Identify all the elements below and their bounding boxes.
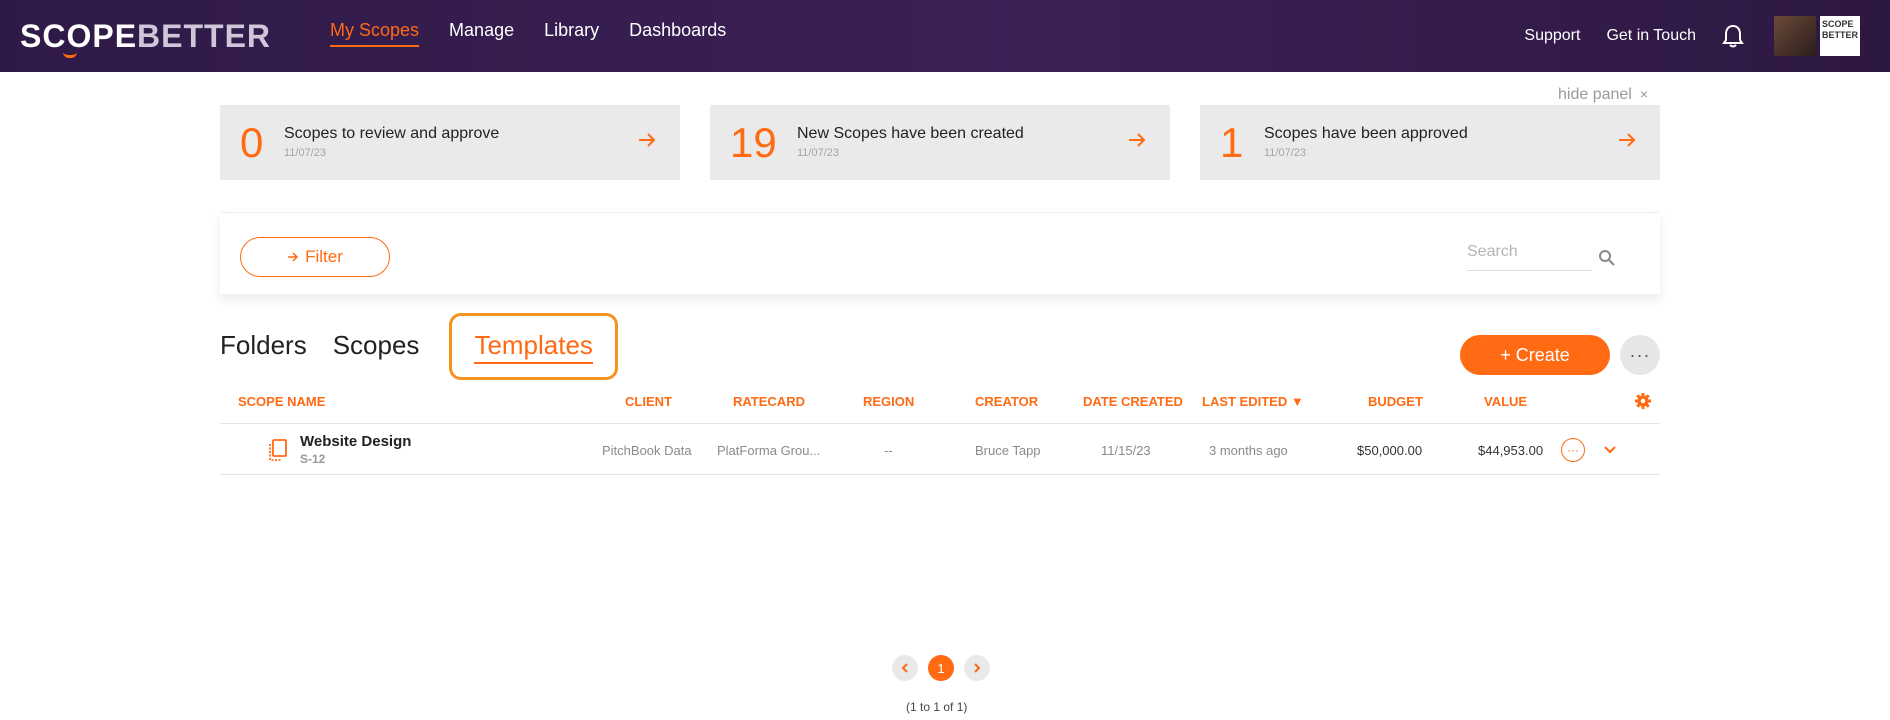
scope-name[interactable]: Website Design	[300, 433, 411, 450]
col-client[interactable]: CLIENT	[625, 394, 672, 409]
bell-icon[interactable]	[1722, 24, 1744, 48]
approved-scopes-card[interactable]: 1 Scopes have been approved 11/07/23	[1200, 105, 1660, 180]
scope-id: S-12	[300, 452, 326, 466]
nav-dashboards[interactable]: Dashboards	[629, 20, 726, 47]
card-date: 11/07/23	[1264, 147, 1307, 159]
chevron-right-icon	[974, 663, 981, 673]
hide-panel-toggle[interactable]: hide panel ×	[1558, 86, 1648, 104]
tab-folders[interactable]: Folders	[220, 330, 307, 361]
nav-manage[interactable]: Manage	[449, 20, 514, 47]
cell-date-created: 11/15/23	[1101, 443, 1151, 458]
pagination-summary: (1 to 1 of 1)	[906, 700, 968, 714]
page-1-button[interactable]: 1	[928, 655, 954, 681]
col-region[interactable]: REGION	[863, 394, 914, 409]
template-document-icon	[269, 439, 287, 461]
more-options-button[interactable]: ···	[1620, 335, 1660, 375]
col-ratecard[interactable]: RATECARD	[733, 394, 805, 409]
view-tabs: Folders Scopes Templates	[220, 313, 644, 380]
arrow-right-icon[interactable]	[636, 129, 658, 151]
search-icon[interactable]	[1598, 249, 1616, 267]
cell-creator: Bruce Tapp	[975, 443, 1041, 458]
get-in-touch-link[interactable]: Get in Touch	[1606, 27, 1696, 45]
cell-region: --	[884, 443, 893, 458]
tab-templates[interactable]: Templates	[449, 313, 618, 380]
top-nav-bar: SCOPEBETTER My Scopes Manage Library Das…	[0, 0, 1890, 72]
card-count: 0	[240, 119, 264, 166]
row-actions-button[interactable]: ···	[1561, 438, 1585, 462]
col-creator[interactable]: CREATOR	[975, 394, 1038, 409]
close-icon[interactable]: ×	[1640, 86, 1648, 102]
card-date: 11/07/23	[284, 147, 327, 159]
company-logo: SCOPE BETTER	[1820, 16, 1860, 56]
col-scope-name[interactable]: SCOPE NAME	[238, 394, 325, 409]
cell-ratecard: PlatForma Grou...	[717, 443, 821, 458]
col-date-created[interactable]: DATE CREATED	[1083, 394, 1183, 409]
nav-right: Support Get in Touch SCOPE BETTER	[1524, 0, 1890, 72]
create-button[interactable]: + Create	[1460, 335, 1610, 375]
review-approve-card[interactable]: 0 Scopes to review and approve 11/07/23	[220, 105, 680, 180]
cell-client: PitchBook Data	[602, 443, 692, 458]
card-count: 19	[730, 119, 777, 166]
pagination: 1	[892, 655, 990, 681]
card-text: New Scopes have been created	[797, 125, 1024, 142]
card-text: Scopes to review and approve	[284, 125, 500, 142]
table-header: SCOPE NAME CLIENT RATECARD REGION CREATO…	[220, 388, 1660, 424]
new-scopes-card[interactable]: 19 New Scopes have been created 11/07/23	[710, 105, 1170, 180]
cell-value: $44,953.00	[1478, 443, 1544, 458]
avatar[interactable]	[1774, 16, 1816, 56]
summary-cards: 0 Scopes to review and approve 11/07/23 …	[220, 105, 1660, 180]
filter-bar: Filter	[220, 212, 1660, 294]
col-budget[interactable]: BUDGET	[1368, 394, 1423, 409]
next-page-button[interactable]	[964, 655, 990, 681]
logo-swoosh	[63, 52, 77, 58]
tab-scopes[interactable]: Scopes	[333, 330, 420, 361]
arrow-right-icon[interactable]	[1616, 129, 1638, 151]
arrow-right-icon	[288, 252, 299, 262]
arrow-right-icon[interactable]	[1126, 129, 1148, 151]
cell-budget: $50,000.00	[1357, 443, 1423, 458]
col-last-edited[interactable]: LAST EDITED ▼	[1202, 394, 1304, 409]
search-field	[1467, 243, 1592, 271]
card-count: 1	[1220, 119, 1244, 166]
gear-icon[interactable]	[1634, 392, 1652, 410]
table-row[interactable]: Website Design S-12 PitchBook Data PlatF…	[220, 425, 1660, 475]
card-date: 11/07/23	[797, 147, 840, 159]
search-input[interactable]	[1467, 243, 1587, 261]
nav-my-scopes[interactable]: My Scopes	[330, 20, 420, 47]
main-nav: My Scopes Manage Library Dashboards	[330, 20, 726, 47]
support-link[interactable]: Support	[1524, 27, 1580, 45]
filter-button[interactable]: Filter	[240, 237, 390, 277]
scopebetter-logo[interactable]: SCOPEBETTER	[20, 18, 271, 58]
chevron-left-icon	[901, 663, 908, 673]
cell-last-edited: 3 months ago	[1209, 443, 1288, 458]
nav-library[interactable]: Library	[544, 20, 599, 47]
chevron-down-icon[interactable]	[1602, 442, 1618, 458]
col-value[interactable]: VALUE	[1484, 394, 1527, 409]
card-text: Scopes have been approved	[1264, 125, 1468, 142]
prev-page-button[interactable]	[892, 655, 918, 681]
